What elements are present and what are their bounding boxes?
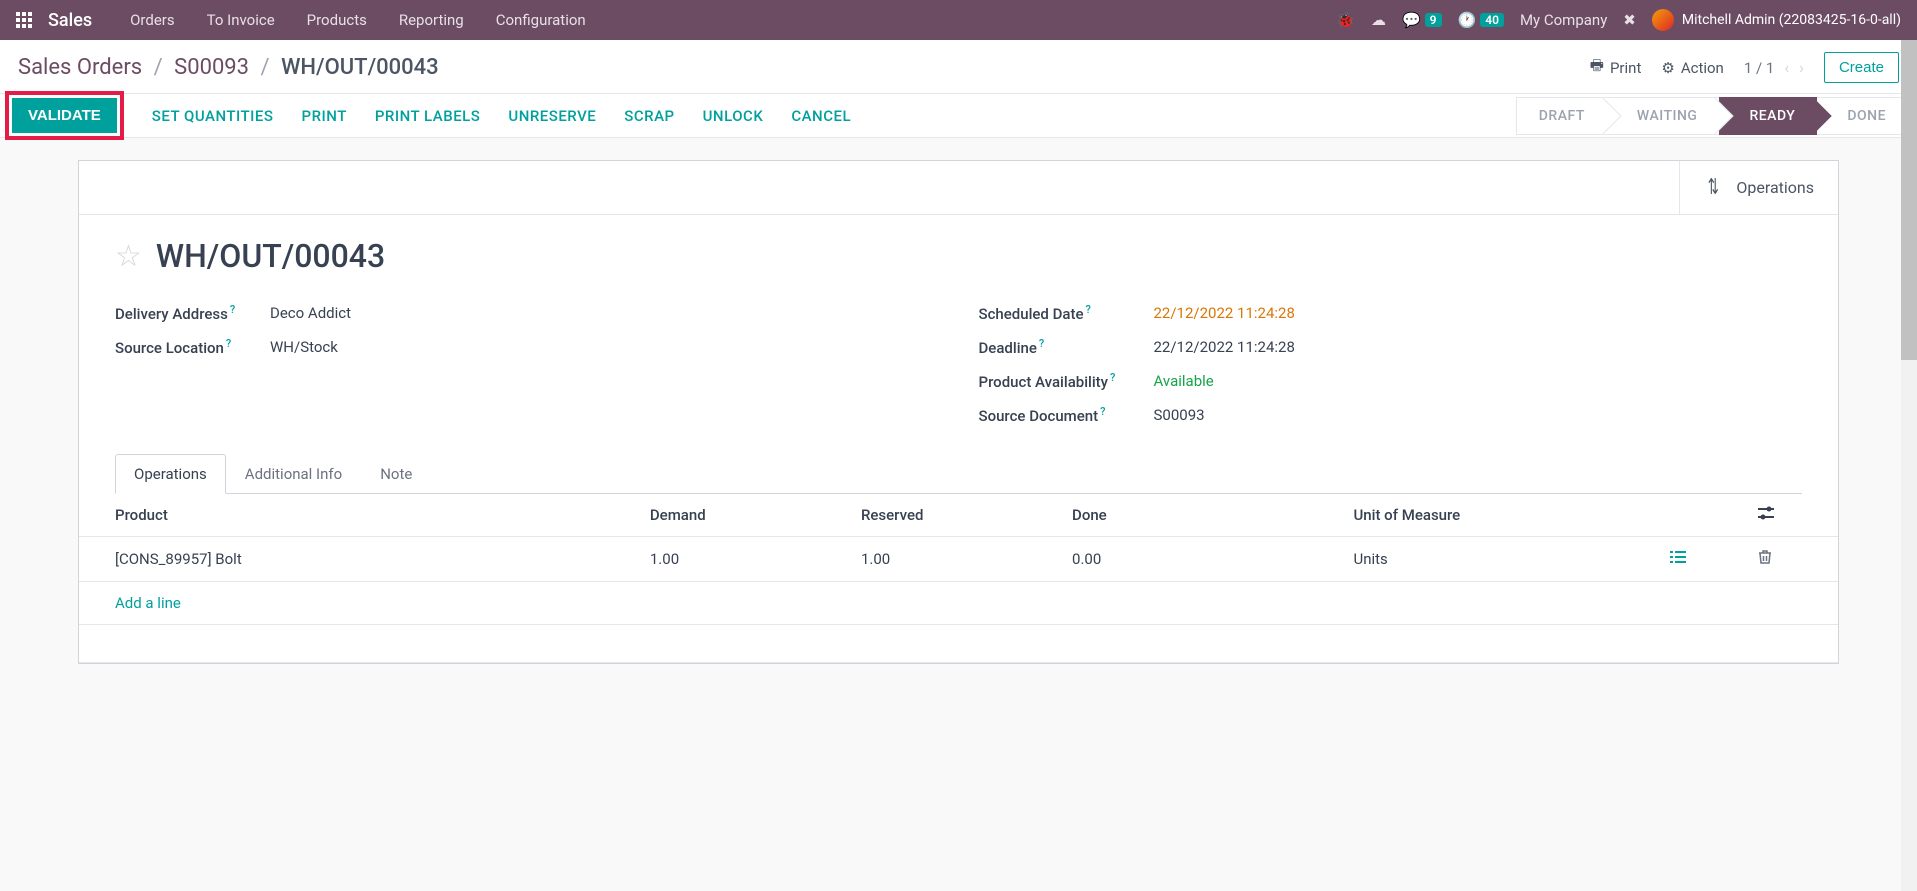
breadcrumb-root[interactable]: Sales Orders — [18, 55, 142, 80]
set-quantities-button[interactable]: SET QUANTITIES — [152, 107, 274, 125]
validate-highlight: VALIDATE — [5, 91, 124, 140]
scheduled-date-label: Scheduled Date? — [979, 303, 1154, 323]
activity-icon[interactable]: 🕐 40 — [1458, 11, 1504, 29]
support-icon[interactable]: ☁ — [1371, 11, 1386, 29]
col-uom: Unit of Measure — [1345, 494, 1662, 537]
help-icon[interactable]: ? — [226, 337, 231, 350]
tab-operations[interactable]: Operations — [115, 454, 226, 494]
deadline-label: Deadline? — [979, 337, 1154, 357]
table-row[interactable]: [CONS_89957] Bolt 1.00 1.00 0.00 Units — [79, 537, 1838, 582]
cell-demand[interactable]: 1.00 — [642, 537, 853, 582]
operations-stat-button[interactable]: ⇅ Operations — [1679, 161, 1838, 214]
messaging-icon[interactable]: 💬 9 — [1402, 11, 1442, 29]
print-action[interactable]: 🖶 Print — [1590, 55, 1642, 80]
apps-icon[interactable] — [8, 4, 40, 36]
status-waiting[interactable]: WAITING — [1607, 97, 1720, 135]
columns-settings-icon[interactable] — [1750, 494, 1838, 537]
status-draft[interactable]: DRAFT — [1516, 97, 1607, 135]
availability-value: Available — [1154, 372, 1214, 390]
operations-stat-label: Operations — [1736, 178, 1814, 197]
user-name: Mitchell Admin (22083425-16-0-all) — [1682, 12, 1901, 28]
cell-uom[interactable]: Units — [1345, 537, 1662, 582]
create-button[interactable]: Create — [1824, 52, 1899, 83]
col-demand: Demand — [642, 494, 853, 537]
action-menu[interactable]: ⚙ Action — [1661, 59, 1723, 77]
help-icon[interactable]: ? — [1100, 405, 1105, 418]
cell-product[interactable]: [CONS_89957] Bolt — [79, 537, 642, 582]
nav-item-reporting[interactable]: Reporting — [385, 11, 478, 29]
status-bar: DRAFT WAITING READY DONE — [1516, 97, 1909, 135]
operations-table: Product Demand Reserved Done Unit of Mea… — [79, 494, 1838, 663]
source-location-value[interactable]: WH/Stock — [270, 338, 338, 356]
help-icon[interactable]: ? — [1086, 303, 1091, 316]
print-button[interactable]: PRINT — [302, 107, 347, 125]
pager: 1 / 1 ‹ › — [1744, 58, 1804, 77]
nav-brand[interactable]: Sales — [48, 10, 92, 31]
nav-item-config[interactable]: Configuration — [482, 11, 600, 29]
availability-label: Product Availability? — [979, 371, 1154, 391]
col-done: Done — [1064, 494, 1345, 537]
tab-additional-info[interactable]: Additional Info — [226, 454, 361, 494]
record-title: WH/OUT/00043 — [156, 237, 385, 275]
chat-badge: 9 — [1425, 13, 1442, 27]
col-product: Product — [79, 494, 642, 537]
action-toolbar: VALIDATE SET QUANTITIES PRINT PRINT LABE… — [0, 94, 1917, 138]
scheduled-date-value[interactable]: 22/12/2022 11:24:28 — [1154, 304, 1295, 322]
unreserve-button[interactable]: UNRESERVE — [508, 107, 596, 125]
status-ready[interactable]: READY — [1719, 97, 1817, 135]
transfer-icon: ⇅ — [1708, 175, 1719, 200]
source-doc-value[interactable]: S00093 — [1154, 406, 1205, 424]
breadcrumb-current: WH/OUT/00043 — [281, 55, 439, 80]
pager-text: 1 / 1 — [1744, 59, 1775, 77]
company-name[interactable]: My Company — [1520, 11, 1607, 29]
help-icon[interactable]: ? — [230, 303, 235, 316]
tools-icon[interactable]: ✖ — [1623, 11, 1636, 29]
breadcrumb-parent[interactable]: S00093 — [174, 55, 249, 80]
gear-icon: ⚙ — [1661, 59, 1674, 77]
nav-item-orders[interactable]: Orders — [116, 11, 189, 29]
print-icon: 🖶 — [1590, 55, 1604, 80]
cell-done[interactable]: 0.00 — [1064, 537, 1345, 582]
add-line-row: Add a line — [79, 582, 1838, 625]
print-labels-button[interactable]: PRINT LABELS — [375, 107, 481, 125]
scrollbar-thumb[interactable] — [1901, 40, 1917, 360]
scrap-button[interactable]: SCRAP — [624, 107, 674, 125]
help-icon[interactable]: ? — [1110, 371, 1115, 384]
user-menu[interactable]: Mitchell Admin (22083425-16-0-all) — [1652, 9, 1901, 31]
delivery-address-value[interactable]: Deco Addict — [270, 304, 351, 322]
delete-icon[interactable] — [1750, 537, 1838, 582]
delivery-address-label: Delivery Address? — [115, 303, 270, 323]
source-doc-label: Source Document? — [979, 405, 1154, 425]
help-icon[interactable]: ? — [1039, 337, 1044, 350]
activity-badge: 40 — [1480, 13, 1504, 27]
pager-next-icon[interactable]: › — [1799, 58, 1804, 77]
cell-reserved[interactable]: 1.00 — [853, 537, 1064, 582]
bug-icon[interactable]: 🐞 — [1336, 11, 1355, 29]
tab-note[interactable]: Note — [361, 454, 431, 494]
main-navbar: Sales Orders To Invoice Products Reporti… — [0, 0, 1917, 40]
tabs: Operations Additional Info Note — [115, 453, 1802, 494]
details-icon[interactable] — [1662, 537, 1750, 582]
cancel-button[interactable]: CANCEL — [791, 107, 851, 125]
avatar-icon — [1652, 9, 1674, 31]
nav-item-products[interactable]: Products — [293, 11, 381, 29]
unlock-button[interactable]: UNLOCK — [703, 107, 764, 125]
form-sheet: ⇅ Operations ☆ WH/OUT/00043 Delivery Add… — [78, 160, 1839, 664]
nav-item-toinvoice[interactable]: To Invoice — [193, 11, 289, 29]
add-line-button[interactable]: Add a line — [115, 594, 181, 612]
pager-prev-icon[interactable]: ‹ — [1784, 58, 1789, 77]
deadline-value: 22/12/2022 11:24:28 — [1154, 338, 1295, 356]
validate-button[interactable]: VALIDATE — [12, 98, 117, 133]
breadcrumb-bar: Sales Orders / S00093 / WH/OUT/00043 🖶 P… — [0, 40, 1917, 94]
col-reserved: Reserved — [853, 494, 1064, 537]
breadcrumb: Sales Orders / S00093 / WH/OUT/00043 — [18, 55, 439, 80]
star-icon[interactable]: ☆ — [115, 239, 142, 274]
scrollbar[interactable] — [1901, 40, 1917, 891]
source-location-label: Source Location? — [115, 337, 270, 357]
